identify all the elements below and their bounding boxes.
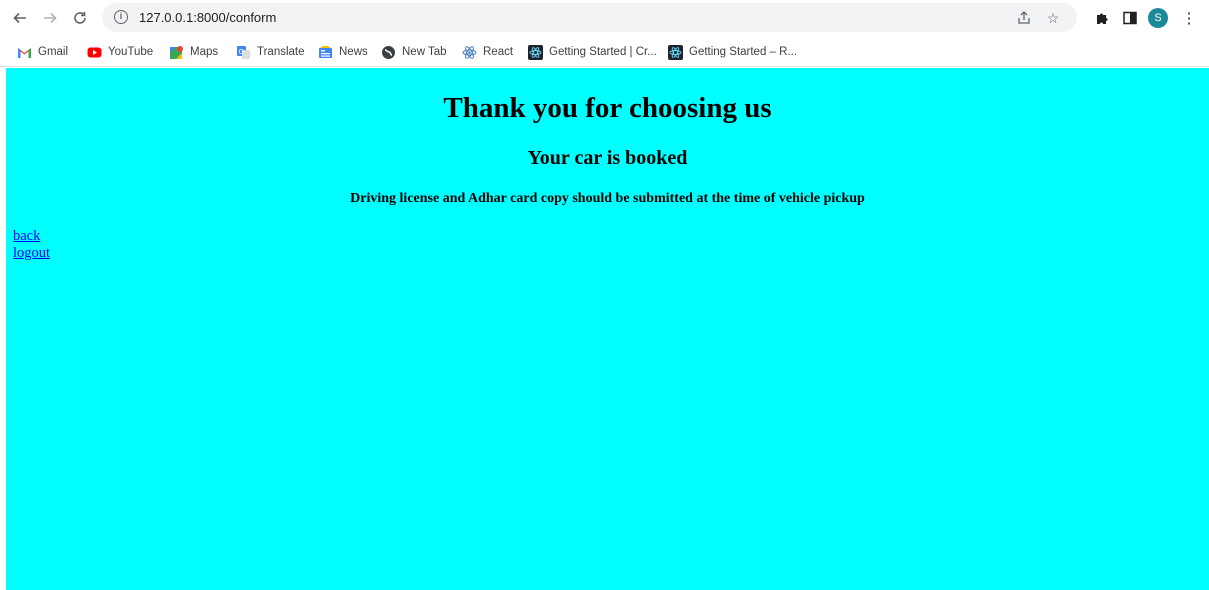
bookmark-react[interactable]: React: [462, 43, 513, 61]
reload-icon[interactable]: [68, 6, 92, 30]
gmail-icon: [17, 45, 32, 60]
svg-text:G: G: [239, 48, 244, 56]
react-native-icon: [528, 44, 543, 60]
bookmark-label: Gmail: [38, 46, 69, 58]
bookmark-getting-started-cr[interactable]: Getting Started | Cr...: [528, 43, 657, 61]
bookmark-news[interactable]: News: [318, 43, 368, 61]
bookmark-label: React: [483, 46, 514, 58]
bookmarks-bar: Gmail YouTube Maps G Translate News New …: [0, 36, 1209, 67]
info-icon[interactable]: i: [114, 10, 128, 24]
translate-icon: G: [236, 45, 251, 60]
bookmark-label: News: [339, 46, 368, 58]
booking-status: Your car is booked: [527, 147, 688, 169]
bookmark-label: Getting Started – R...: [689, 46, 798, 58]
react-icon: [462, 45, 477, 60]
bookmark-youtube[interactable]: YouTube: [87, 43, 153, 61]
page-title: Thank you for choosing us: [443, 92, 772, 124]
share-icon[interactable]: [1014, 8, 1034, 28]
browser-toolbar: i 127.0.0.1:8000/conform ☆ S ⋮: [0, 0, 1209, 36]
globe-icon: [381, 45, 396, 60]
arrow-right-icon[interactable]: [38, 6, 62, 30]
bookmark-label: Translate: [257, 46, 305, 58]
bookmark-label: YouTube: [108, 46, 154, 58]
logout-link[interactable]: logout: [13, 245, 50, 262]
youtube-icon: [87, 45, 102, 60]
bookmark-maps[interactable]: Maps: [169, 43, 218, 61]
bookmark-getting-started-r[interactable]: Getting Started – R...: [668, 43, 797, 61]
bookmark-new-tab[interactable]: New Tab: [381, 43, 447, 61]
bookmark-gmail[interactable]: Gmail: [17, 43, 68, 61]
react-native-icon: [668, 44, 683, 60]
bookmark-label: Maps: [190, 46, 219, 58]
arrow-left-icon[interactable]: [8, 6, 32, 30]
news-icon: [318, 45, 333, 60]
pickup-note: Driving license and Adhar card copy shou…: [350, 191, 865, 206]
bookmark-translate[interactable]: G Translate: [236, 43, 305, 61]
puzzle-icon[interactable]: [1091, 7, 1113, 29]
side-panel-icon[interactable]: [1119, 7, 1141, 29]
url-text[interactable]: 127.0.0.1:8000/conform: [139, 10, 276, 25]
back-link[interactable]: back: [13, 228, 40, 245]
bookmark-label: New Tab: [402, 46, 447, 58]
kebab-menu-icon[interactable]: ⋮: [1178, 7, 1200, 29]
maps-icon: [169, 45, 184, 60]
bookmark-label: Getting Started | Cr...: [549, 46, 657, 58]
star-icon[interactable]: ☆: [1043, 8, 1063, 28]
avatar[interactable]: S: [1148, 8, 1168, 28]
page-content: Thank you for choosing us Your car is bo…: [6, 68, 1209, 590]
address-bar[interactable]: i 127.0.0.1:8000/conform ☆: [102, 3, 1077, 32]
